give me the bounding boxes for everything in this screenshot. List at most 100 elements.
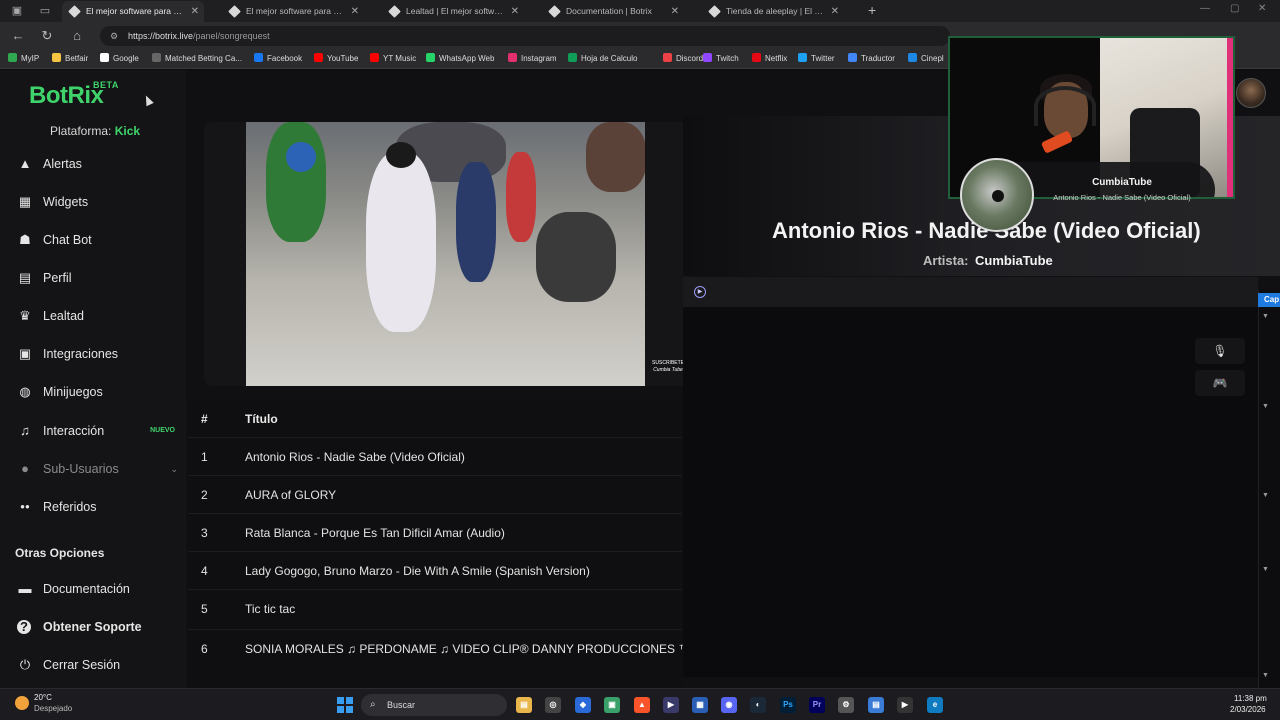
column-header-title[interactable]: Título [245,401,278,437]
sidebar-item-chat-bot[interactable]: ☗ Chat Bot [0,225,186,255]
photoshop-icon[interactable]: Ps [780,697,796,713]
home-icon[interactable]: ⌂ [69,28,85,43]
discord-icon[interactable]: ◉ [721,697,737,713]
bookmark-item[interactable]: Twitch [703,53,739,63]
sidebar-item-documentaci-n[interactable]: ▬ Documentación [0,574,186,604]
close-tab-icon[interactable]: ✕ [831,1,839,22]
media-player-icon[interactable]: ▶ [897,697,913,713]
clock-date[interactable]: 2/03/2026 [1230,705,1266,714]
video-player[interactable]: SUSCRIBETE Cumbia Tube [204,122,690,386]
bookmark-item[interactable]: Cinepl [908,53,944,63]
file-explorer-icon[interactable]: ▤ [516,697,532,713]
sidebar-item-widgets[interactable]: ▦ Widgets [0,187,186,217]
video-frame[interactable] [246,122,645,386]
now-playing-card-artist: CumbiaTube [1092,177,1152,188]
botrix-favicon-icon [708,5,721,18]
botrix-favicon-icon [228,5,241,18]
bookmark-item[interactable]: Facebook [254,53,302,63]
collapse-arrow-icon[interactable]: ▼ [1262,403,1269,410]
table-row[interactable]: 5 Tic tic tac [188,589,682,627]
start-tile [346,697,353,704]
sidebar-item-minijuegos[interactable]: ◍ Minijuegos [0,377,186,407]
chrome-icon[interactable]: ◎ [545,697,561,713]
close-tab-icon[interactable]: ✕ [511,1,519,22]
collapse-arrow-icon[interactable]: ▼ [1262,566,1269,573]
chevron-down-icon[interactable]: ⌄ [170,454,178,484]
url-path: /panel/songrequest [193,31,270,41]
bookmark-item[interactable]: Traductor [848,53,895,63]
bookmark-item[interactable]: WhatsApp Web [426,53,494,63]
browser-tab-5[interactable]: Tienda de aleeplay | El mejor soft ✕ [702,1,844,22]
row-number: 6 [201,642,208,656]
table-row[interactable]: 2 AURA of GLORY [188,475,682,513]
capture-button[interactable]: Cap [1258,293,1280,307]
calculator-icon[interactable]: ▦ [692,697,708,713]
row-number: 4 [201,564,208,578]
table-row[interactable]: 6 SONIA MORALES ♫ PERDONAME ♫ VIDEO CLIP®… [188,629,700,667]
close-tab-icon[interactable]: ✕ [191,1,199,22]
app-icon[interactable]: ◆ [575,697,591,713]
bookmark-item[interactable]: Matched Betting Ca... [152,53,242,63]
collapse-arrow-icon[interactable]: ▼ [1262,672,1269,679]
sidebar-item-alertas[interactable]: ▲ Alertas [0,149,186,179]
table-row[interactable]: 4 Lady Gogogo, Bruno Marzo - Die With A S… [188,551,682,589]
steam-icon[interactable]: ◐ [750,697,766,713]
trophy-icon: ♛ [19,308,31,323]
app-icon[interactable]: ▶ [663,697,679,713]
bookmark-favicon-icon [568,53,577,62]
minimize-icon[interactable]: — [1200,3,1210,14]
bookmark-item[interactable]: Netflix [752,53,787,63]
bookmark-item[interactable]: Twitter [798,53,835,63]
close-window-icon[interactable]: ✕ [1258,3,1266,14]
workspaces-icon[interactable]: ▣ [10,4,24,18]
bookmark-item[interactable]: Hoja de Calculo [568,53,637,63]
url-input[interactable]: ⚙ https://botrix.live/panel/songrequest [100,26,950,46]
browser-tab-4[interactable]: Documentation | Botrix ✕ [542,1,684,22]
new-tab-icon[interactable]: + [868,2,876,18]
sidebar-item-sub-usuarios[interactable]: ● Sub-Usuarios ⌄ [0,454,186,484]
browser-tab-2[interactable]: El mejor software para potenciar ✕ [222,1,364,22]
premiere-icon[interactable]: Pr [809,697,825,713]
notepad-icon[interactable]: ▤ [868,697,884,713]
sidebar-item-interacci-n[interactable]: ♫ Interacción NUEVO [0,416,186,446]
collapse-arrow-icon[interactable]: ▼ [1262,492,1269,499]
bookmark-item[interactable]: Instagram [508,53,557,63]
table-row[interactable]: 1 Antonio Rios - Nadie Sabe (Video Oficia… [188,437,682,475]
close-tab-icon[interactable]: ✕ [351,1,359,22]
edge-icon[interactable]: e [927,697,943,713]
sidebar-item-integraciones[interactable]: ▣ Integraciones [0,339,186,369]
bookmark-item[interactable]: MyIP [8,53,39,63]
brave-icon[interactable]: ▲ [634,697,650,713]
weather-icon[interactable] [15,696,29,710]
site-info-icon[interactable]: ⚙ [110,26,118,46]
tab-actions-icon[interactable]: ▭ [38,4,52,18]
sidebar-item-perfil[interactable]: ▤ Perfil [0,263,186,293]
reload-icon[interactable]: ↻ [39,28,55,44]
play-icon[interactable]: ▶ [694,286,706,298]
avatar[interactable] [1236,78,1266,108]
sidebar-item-referidos[interactable]: ●● Referidos [0,492,186,522]
gamepad-icon[interactable]: 🎮 [1195,370,1245,396]
table-row[interactable]: 3 Rata Blanca - Porque Es Tan Dificil Ama… [188,513,682,551]
microphone-icon[interactable]: 🎙 [1195,338,1245,364]
back-icon[interactable]: ← [10,28,26,43]
collapse-arrow-icon[interactable]: ▼ [1262,313,1269,320]
taskbar-search[interactable]: ⌕ Buscar [361,694,507,716]
sidebar-item-cerrar-sesi-n[interactable]: ⏻ Cerrar Sesión [0,650,186,680]
bookmark-item[interactable]: Betfair [52,53,88,63]
sidebar-item-lealtad[interactable]: ♛ Lealtad [0,301,186,331]
settings-icon[interactable]: ⚙ [838,697,854,713]
bookmark-item[interactable]: Google [100,53,139,63]
bookmark-item[interactable]: Discord [663,53,703,63]
bookmark-item[interactable]: YouTube [314,53,358,63]
browser-tab-3[interactable]: Lealtad | El mejor software para p ✕ [382,1,524,22]
close-tab-icon[interactable]: ✕ [671,1,679,22]
app-icon[interactable]: ▣ [604,697,620,713]
start-button[interactable] [337,697,353,713]
botrix-logo[interactable]: BotRix BETA [29,80,118,110]
browser-tab-1[interactable]: El mejor software para potenciar ✕ [62,1,204,22]
maximize-icon[interactable]: ▢ [1230,3,1239,14]
bookmark-item[interactable]: YT Music [370,53,416,63]
sidebar-item-obtener-soporte[interactable]: ? Obtener Soporte [0,612,186,642]
clock-time[interactable]: 11:38 pm [1234,694,1267,703]
